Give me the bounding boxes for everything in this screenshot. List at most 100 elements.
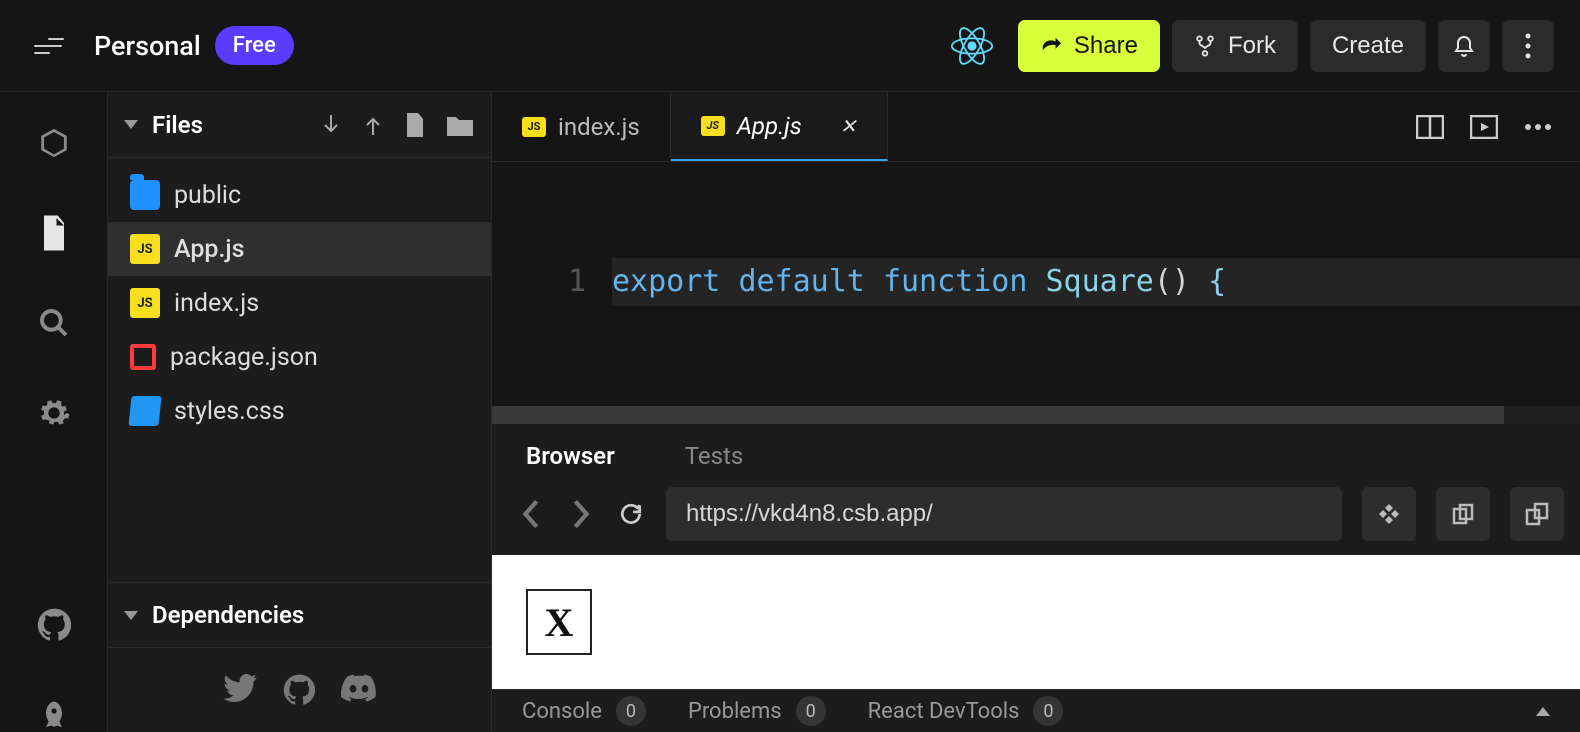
editor-tab-index-js[interactable]: JS index.js <box>492 92 671 161</box>
preview-square-button[interactable]: X <box>526 589 592 655</box>
file-name: public <box>174 181 241 210</box>
dependencies-panel-title: Dependencies <box>152 601 304 629</box>
status-count: 0 <box>616 696 646 726</box>
share-button[interactable]: Share <box>1018 20 1160 72</box>
file-name: index.js <box>174 289 259 318</box>
file-row-app-js[interactable]: JS App.js <box>108 222 491 276</box>
status-count: 0 <box>1033 696 1063 726</box>
notifications-button[interactable] <box>1438 20 1490 72</box>
menu-button[interactable] <box>34 38 64 54</box>
preview-tabs: Browser Tests <box>492 424 1580 487</box>
file-row-package-json[interactable]: package.json <box>108 330 491 384</box>
preview-tab-browser[interactable]: Browser <box>526 442 615 470</box>
status-label: Problems <box>688 699 782 724</box>
chevron-down-icon <box>124 120 138 129</box>
code-editor[interactable]: 1 2 3 4 export default function Square()… <box>492 162 1580 406</box>
files-panel-tools <box>321 113 473 137</box>
scrollbar-thumb[interactable] <box>492 406 1504 424</box>
js-icon: JS <box>522 117 546 137</box>
new-folder-button[interactable] <box>447 113 473 137</box>
bell-icon <box>1452 34 1476 58</box>
share-button-label: Share <box>1074 32 1138 60</box>
kebab-icon <box>1525 33 1531 59</box>
more-menu-button[interactable] <box>1502 20 1554 72</box>
chevron-down-icon <box>124 611 138 620</box>
editor-and-preview: JS index.js JS App.js ✕ <box>492 92 1580 732</box>
preview-open-new-button[interactable] <box>1510 487 1564 541</box>
preview-copy-button[interactable] <box>1436 487 1490 541</box>
activity-github-icon[interactable] <box>37 608 71 642</box>
preview-panel: Browser Tests <box>492 424 1580 732</box>
close-icon[interactable]: ✕ <box>840 114 857 138</box>
activity-settings-icon[interactable] <box>37 396 71 430</box>
activity-search-icon[interactable] <box>37 306 71 340</box>
bottom-panel-tabs: Console 0 Problems 0 React DevTools 0 <box>492 689 1580 732</box>
react-logo-icon <box>950 24 994 68</box>
create-button[interactable]: Create <box>1310 20 1426 72</box>
files-panel-title: Files <box>152 111 203 139</box>
fork-icon <box>1194 33 1216 59</box>
share-arrow-icon <box>1040 35 1062 57</box>
horizontal-scrollbar[interactable] <box>492 406 1580 424</box>
file-name: styles.css <box>174 397 285 426</box>
preview-toolbar <box>492 487 1580 555</box>
expand-panel-button[interactable] <box>1536 707 1550 716</box>
status-label: React DevTools <box>868 699 1020 724</box>
fork-button-label: Fork <box>1228 32 1276 60</box>
dependencies-panel-header[interactable]: Dependencies <box>108 582 491 648</box>
status-problems[interactable]: Problems 0 <box>688 696 826 726</box>
upload-button[interactable] <box>363 113 383 137</box>
url-input[interactable] <box>666 487 1342 541</box>
sidebar: Files public <box>108 92 492 732</box>
code-content[interactable]: export default function Square() { retur… <box>612 162 1580 406</box>
file-name: package.json <box>170 343 318 372</box>
tab-label: index.js <box>558 113 640 141</box>
editor-tab-tools <box>1416 92 1580 161</box>
nav-back-button[interactable] <box>516 499 546 529</box>
preview-tab-tests[interactable]: Tests <box>685 442 744 470</box>
editor-tab-app-js[interactable]: JS App.js ✕ <box>671 92 888 161</box>
twitter-icon[interactable] <box>223 674 257 706</box>
plan-badge[interactable]: Free <box>215 26 294 65</box>
discord-icon[interactable] <box>341 674 377 706</box>
js-icon: JS <box>130 234 160 264</box>
js-icon: JS <box>701 116 725 136</box>
editor-tab-bar: JS index.js JS App.js ✕ <box>492 92 1580 162</box>
activity-explorer-icon[interactable] <box>37 216 71 250</box>
reload-button[interactable] <box>616 499 646 529</box>
css-icon <box>128 396 161 426</box>
social-links <box>108 648 491 732</box>
activity-bar <box>0 92 108 732</box>
tab-label: App.js <box>737 112 802 140</box>
activity-sandbox-icon[interactable] <box>37 126 71 160</box>
line-gutter: 1 2 3 4 <box>492 162 612 406</box>
status-console[interactable]: Console 0 <box>522 696 646 726</box>
github-icon[interactable] <box>283 674 315 706</box>
file-row-public[interactable]: public <box>108 168 491 222</box>
download-button[interactable] <box>321 113 341 137</box>
files-panel-header[interactable]: Files <box>108 92 491 158</box>
nav-forward-button[interactable] <box>566 499 596 529</box>
new-file-button[interactable] <box>405 113 425 137</box>
preview-toggle-button[interactable] <box>1470 115 1498 139</box>
file-row-index-js[interactable]: JS index.js <box>108 276 491 330</box>
chevron-up-icon <box>1536 707 1550 716</box>
status-react-devtools[interactable]: React DevTools 0 <box>868 696 1064 726</box>
preview-expand-button[interactable] <box>1362 487 1416 541</box>
fork-button[interactable]: Fork <box>1172 20 1298 72</box>
folder-icon <box>130 180 160 210</box>
editor-more-button[interactable] <box>1524 123 1552 131</box>
split-editor-button[interactable] <box>1416 115 1444 139</box>
json-icon <box>130 344 156 370</box>
js-icon: JS <box>130 288 160 318</box>
top-bar: Personal Free Share Fork Create <box>0 0 1580 92</box>
create-button-label: Create <box>1332 32 1404 60</box>
workspace-name[interactable]: Personal <box>94 30 201 62</box>
status-count: 0 <box>796 696 826 726</box>
status-label: Console <box>522 699 602 724</box>
file-list: public JS App.js JS index.js package.jso… <box>108 158 491 448</box>
file-name: App.js <box>174 235 245 264</box>
preview-frame: X <box>492 555 1580 689</box>
activity-deploy-icon[interactable] <box>37 698 71 732</box>
file-row-styles-css[interactable]: styles.css <box>108 384 491 438</box>
